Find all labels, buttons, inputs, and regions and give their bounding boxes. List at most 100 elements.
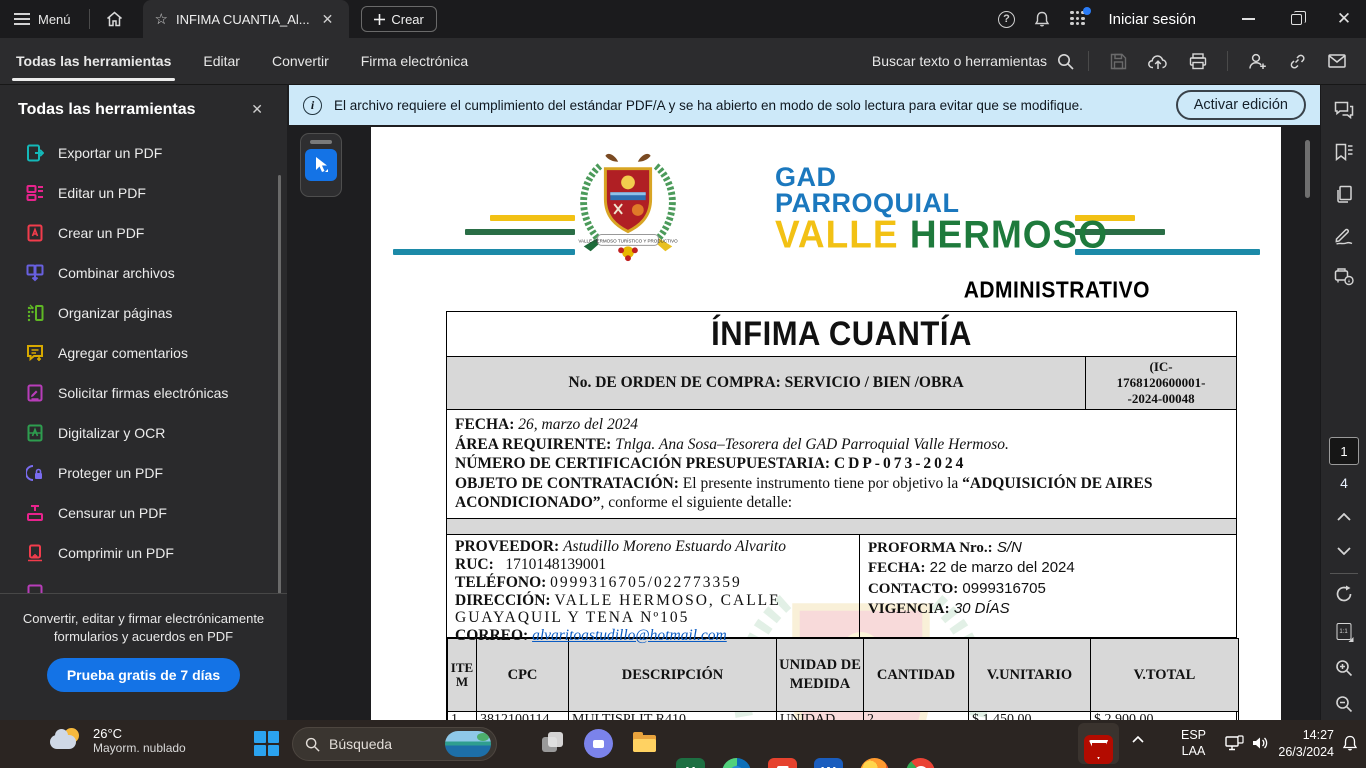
sidebar-item-label: Comprimir un PDF: [58, 545, 174, 561]
select-tool-button[interactable]: [305, 149, 337, 181]
tab-edit[interactable]: Editar: [187, 38, 256, 84]
task-view-button[interactable]: [538, 729, 567, 758]
sidebar-item-scan-ocr[interactable]: Digitalizar y OCR: [0, 413, 287, 453]
prepare-form-icon: [26, 584, 44, 593]
language-indicator[interactable]: ESP LAA: [1181, 727, 1206, 760]
chevron-up-icon: [1337, 513, 1351, 521]
help-button[interactable]: ?: [990, 3, 1022, 35]
tab-close-icon[interactable]: ✕: [318, 9, 338, 30]
sidebar-item-edit-pdf[interactable]: Editar un PDF: [0, 173, 287, 213]
menu-label: Menú: [38, 12, 71, 27]
correo-link[interactable]: alvaritoastudillo@hotmail.com: [532, 627, 727, 644]
upload-cloud-button[interactable]: [1143, 46, 1173, 76]
sidebar-item-label: Censurar un PDF: [58, 505, 167, 521]
sidebar-item-compress-pdf[interactable]: Comprimir un PDF: [0, 533, 287, 573]
sidebar-item-label: Combinar archivos: [58, 265, 175, 281]
firefox-icon[interactable]: [860, 758, 889, 768]
request-signature-button[interactable]: [1242, 46, 1272, 76]
menu-button[interactable]: Menú: [0, 0, 85, 38]
sidebar-item-organize-pages[interactable]: Organizar páginas: [0, 293, 287, 333]
actual-size-button[interactable]: 1:1: [1336, 623, 1351, 640]
notifications-button[interactable]: [1026, 3, 1058, 35]
organize-pages-icon: [26, 304, 44, 322]
ruc-value: 1710148139001: [505, 556, 606, 573]
sidebar-item-protect-pdf[interactable]: Proteger un PDF: [0, 453, 287, 493]
separator-row: [447, 519, 1236, 535]
compress-pdf-icon: [26, 544, 44, 562]
free-trial-button[interactable]: Prueba gratis de 7 días: [47, 658, 240, 692]
sidebar-item-add-comments[interactable]: Agregar comentarios: [0, 333, 287, 373]
order-document: ÍNFIMA CUANTÍA No. DE ORDEN DE COMPRA: S…: [446, 311, 1237, 720]
share-link-button[interactable]: [1282, 46, 1312, 76]
email-button[interactable]: [1322, 46, 1352, 76]
pdfa-notice-bar: i El archivo requiere el cumplimiento de…: [289, 85, 1320, 125]
next-page-button[interactable]: [1337, 547, 1351, 555]
col-cpc: CPC: [477, 638, 569, 711]
zoom-in-button[interactable]: [1335, 659, 1353, 677]
star-icon[interactable]: ☆: [155, 12, 168, 27]
sidebar-item-create-pdf[interactable]: Crear un PDF: [0, 213, 287, 253]
sidebar-item-combine-files[interactable]: Combinar archivos: [0, 253, 287, 293]
tab-esign[interactable]: Firma electrónica: [345, 38, 484, 84]
order-code: (IC- 1768120600001- -2024-00048: [1086, 357, 1236, 409]
tab-convert[interactable]: Convertir: [256, 38, 345, 84]
sidebar-item-redact-pdf[interactable]: Censurar un PDF: [0, 493, 287, 533]
sign-in-button[interactable]: Iniciar sesión: [1108, 11, 1196, 28]
doc-title-row: ÍNFIMA CUANTÍA: [447, 312, 1236, 357]
sidebar-scrollbar[interactable]: [278, 175, 281, 595]
divider: [1330, 573, 1358, 574]
drag-handle[interactable]: [310, 140, 332, 144]
refresh-icon: [1335, 585, 1353, 603]
floating-toolbar[interactable]: [300, 133, 342, 197]
volume-icon[interactable]: [1252, 735, 1270, 751]
page-thumbnails-button[interactable]: [1335, 185, 1353, 203]
document-scrollbar[interactable]: [1305, 140, 1310, 198]
file-explorer-icon[interactable]: [630, 729, 659, 758]
clock[interactable]: 14:27 26/3/2024: [1278, 727, 1334, 761]
sidebar-item-request-signatures[interactable]: Solicitar firmas electrónicas: [0, 373, 287, 413]
panel-close-icon[interactable]: ✕: [245, 99, 269, 120]
create-tab-button[interactable]: Crear: [361, 6, 437, 32]
rotate-page-button[interactable]: [1335, 585, 1353, 603]
help-icon: ?: [998, 11, 1015, 28]
word-icon[interactable]: W: [814, 758, 843, 768]
print-production-button[interactable]: [1334, 267, 1354, 286]
sidebar-item-export-pdf[interactable]: Exportar un PDF: [0, 133, 287, 173]
sidebar-item-label: Agregar comentarios: [58, 345, 188, 361]
save-button[interactable]: [1103, 46, 1133, 76]
contacto-value: 0999316705: [962, 580, 1045, 597]
print-button[interactable]: [1183, 46, 1213, 76]
network-icon[interactable]: [1225, 735, 1244, 752]
restore-button[interactable]: [1274, 0, 1318, 38]
current-page-field[interactable]: 1: [1329, 437, 1359, 465]
request-signatures-icon: [26, 384, 44, 402]
sidebar-item-clipped[interactable]: [0, 573, 287, 593]
bookmarks-panel-button[interactable]: [1334, 143, 1353, 161]
zoom-out-button[interactable]: [1335, 695, 1353, 713]
pdf-app-icon[interactable]: [768, 758, 797, 768]
notification-bell-icon[interactable]: [1342, 735, 1358, 752]
signatures-panel-button[interactable]: [1334, 227, 1353, 245]
edge-icon[interactable]: [722, 758, 751, 768]
brand-gad: GAD: [775, 165, 1108, 191]
home-button[interactable]: [94, 0, 135, 38]
previous-page-button[interactable]: [1337, 513, 1351, 521]
teams-chat-icon[interactable]: [584, 729, 613, 758]
apps-grid-button[interactable]: [1062, 3, 1094, 35]
sidebar-item-label: Crear un PDF: [58, 225, 144, 241]
tab-all-tools[interactable]: Todas las herramientas: [0, 38, 187, 84]
comments-panel-button[interactable]: [1334, 101, 1354, 119]
hidden-icons-chevron[interactable]: [1132, 736, 1144, 743]
acrobat-icon[interactable]: [1084, 735, 1113, 764]
minimize-button[interactable]: [1226, 0, 1270, 38]
enable-editing-button[interactable]: Activar edición: [1176, 90, 1306, 120]
cell-descripcion: MULTISPLIT R410: [569, 711, 777, 720]
chrome-icon[interactable]: [906, 758, 935, 768]
info-icon: i: [303, 96, 322, 115]
excel-icon[interactable]: X: [676, 758, 705, 768]
search-tools-button[interactable]: Buscar texto o herramientas: [872, 53, 1074, 70]
table-row: 1 3812100114 MULTISPLIT R410 UNIDAD 2 $ …: [448, 711, 1239, 720]
document-tab[interactable]: ☆ INFIMA CUANTIA_Al... ✕: [143, 0, 350, 38]
toolbar: Todas las herramientas Editar Convertir …: [0, 38, 1366, 85]
close-button[interactable]: ✕: [1322, 0, 1366, 38]
